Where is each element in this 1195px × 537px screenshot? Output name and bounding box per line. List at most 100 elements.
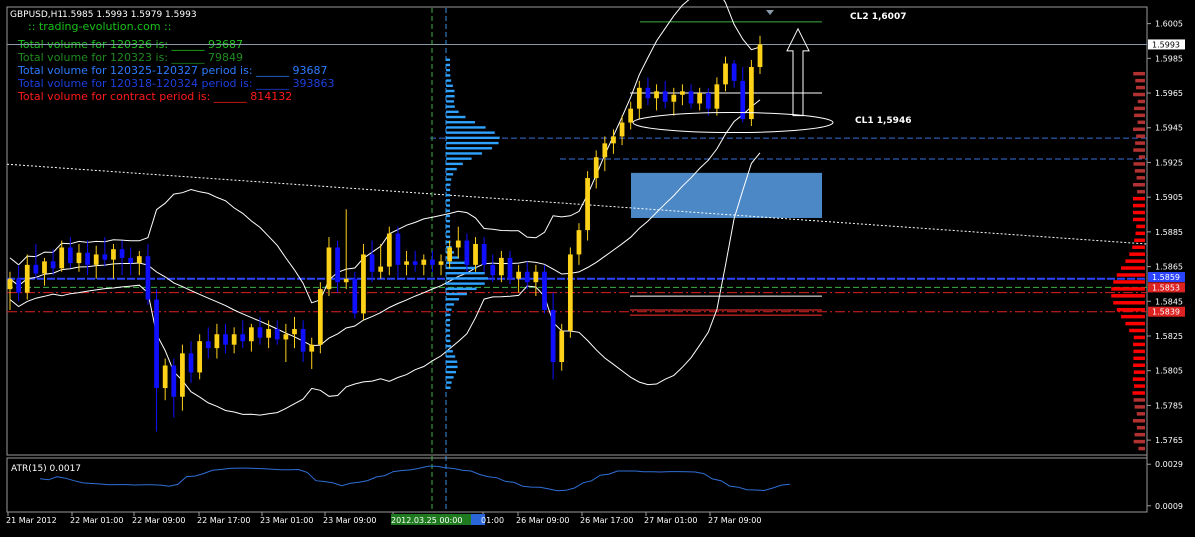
price-tick-label: 1.5965 <box>1155 89 1183 98</box>
candle-body <box>180 353 185 397</box>
volume-bar <box>1134 432 1145 437</box>
candle-body <box>67 247 73 264</box>
candle <box>352 271 358 319</box>
volume-bar <box>1134 238 1145 243</box>
price-tick-label: 1.5765 <box>1155 436 1183 445</box>
candle-body <box>102 254 108 260</box>
candle-body <box>326 247 332 290</box>
candle-body <box>162 365 168 389</box>
profile-bar <box>446 84 453 87</box>
candle-body <box>524 271 530 283</box>
volume-bar <box>1136 224 1145 229</box>
volume-bar <box>1116 273 1145 277</box>
candle-body <box>628 108 634 123</box>
price-tick-label: 1.5865 <box>1155 263 1183 272</box>
profile-bar <box>446 376 454 379</box>
candle-body <box>723 63 728 85</box>
volume-bar <box>1132 245 1145 249</box>
candle-body <box>249 327 254 342</box>
price-chart: GBPUSD,H1 1.5985 1.5993 1.5979 1.5993 ::… <box>0 0 1195 533</box>
volume-bar <box>1133 356 1145 361</box>
volume-bar <box>1135 141 1145 145</box>
candle-body <box>516 271 521 279</box>
volume-bar <box>1133 363 1145 367</box>
profile-bar <box>446 79 452 82</box>
candle-body <box>59 247 65 269</box>
profile-bar <box>446 282 485 285</box>
atr-label: ATR(15) 0.0017 <box>11 464 81 474</box>
price-marker-label: 1.5853 <box>1152 283 1180 292</box>
zones-layer <box>631 172 822 218</box>
profile-bar <box>446 277 488 280</box>
volume-bar <box>1133 370 1145 374</box>
volume-line-value: 93687 <box>293 64 328 77</box>
volume-bar <box>1111 294 1145 298</box>
profile-bar <box>446 303 455 306</box>
time-tick-label: 27 Mar 09:00 <box>708 516 761 525</box>
candle-body <box>145 256 151 300</box>
candle <box>567 247 573 338</box>
candle-body <box>274 329 280 340</box>
profile-bar <box>446 162 463 166</box>
atr-tick-label: 0.0009 <box>1155 502 1183 511</box>
volume-bar <box>1125 321 1145 326</box>
candle-body <box>559 330 565 363</box>
candle-body <box>257 327 263 338</box>
volume-bar <box>1133 210 1145 215</box>
volume-bar <box>1133 203 1145 208</box>
profile-bar <box>446 219 451 223</box>
profile-bar <box>446 235 451 238</box>
candle-body <box>412 261 418 265</box>
candle-body <box>593 157 599 179</box>
volume-bar <box>1136 134 1145 138</box>
price-tick-label: 1.5885 <box>1155 228 1183 237</box>
candle-body <box>757 44 763 68</box>
price-tick-label: 1.5925 <box>1155 158 1183 167</box>
candle-body <box>464 240 470 265</box>
profile-bar <box>446 230 451 233</box>
profile-bar <box>446 344 452 348</box>
candle-body <box>404 261 409 265</box>
candle <box>317 282 323 354</box>
price-tick-label: 1.6005 <box>1155 20 1183 29</box>
candle-body <box>688 91 694 104</box>
candle-body <box>205 341 211 349</box>
candle-body <box>533 271 539 283</box>
candle-body <box>317 289 323 345</box>
candle-body <box>50 261 56 269</box>
time-tick-label: 2012.03.25 00:00 <box>391 516 462 525</box>
cl2-label: CL2 1,6007 <box>850 12 906 22</box>
atr-tick-label: 0.0029 <box>1155 460 1183 469</box>
candle-body <box>430 259 435 265</box>
volume-bar <box>1134 169 1145 173</box>
time-tick-label: 22 Mar 01:00 <box>70 516 123 525</box>
candle-body <box>119 249 125 258</box>
candle-body <box>611 136 616 144</box>
candle-body <box>697 93 703 104</box>
candle-body <box>473 244 478 265</box>
volume-bar <box>1138 155 1145 159</box>
volume-line-3: Total volume for 120318-120324 period is… <box>17 77 335 90</box>
profile-bar <box>446 225 451 228</box>
profile-bar <box>446 188 451 192</box>
time-tick-label: 22 Mar 17:00 <box>197 516 250 525</box>
profile-bar <box>446 365 458 369</box>
candle-body <box>585 178 590 231</box>
candle-body <box>490 264 496 276</box>
candle-body <box>24 264 30 293</box>
time-tick-label: 26 Mar 09:00 <box>516 516 569 525</box>
volume-bar <box>1135 231 1145 236</box>
profile-bar <box>446 126 486 129</box>
candle-body <box>197 341 203 373</box>
profile-bar <box>446 339 451 343</box>
candle-body <box>111 249 116 260</box>
candle-body <box>749 67 754 120</box>
profile-bar <box>446 115 466 119</box>
volume-bar <box>1121 266 1145 270</box>
volume-bar <box>1111 287 1145 291</box>
time-tick-label: 23 Mar 09:00 <box>323 516 376 525</box>
volume-bar <box>1138 446 1145 451</box>
candle-body <box>369 254 375 272</box>
price-tick-label: 1.5785 <box>1155 401 1183 410</box>
profile-bar <box>446 173 454 176</box>
